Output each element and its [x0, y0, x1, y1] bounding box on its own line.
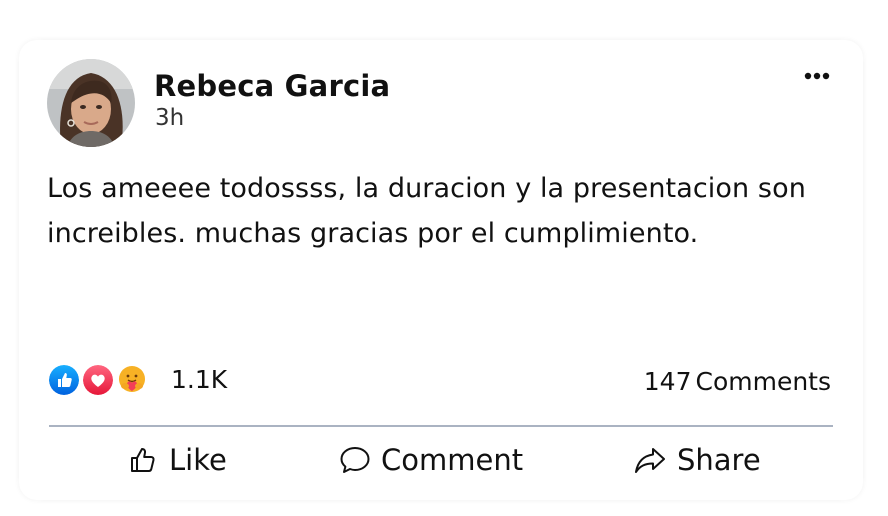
share-arrow-icon: [635, 448, 665, 473]
comments-count-link[interactable]: 147 Comments: [644, 362, 831, 402]
post-card: Rebeca Garcia 3h Los ameeee todossss, la…: [19, 40, 863, 500]
author-name[interactable]: Rebeca Garcia: [154, 68, 390, 104]
more-options-button[interactable]: [801, 64, 833, 88]
share-button[interactable]: Share: [633, 436, 761, 484]
love-reaction-icon: [81, 363, 115, 397]
divider: [49, 425, 833, 427]
post-actions: Like Comment Share: [47, 436, 843, 484]
like-button[interactable]: Like: [129, 436, 227, 484]
avatar-image: [47, 59, 135, 147]
care-reaction-icon: [115, 363, 149, 397]
comments-count: 147: [643, 367, 692, 396]
like-label: Like: [169, 443, 227, 477]
reaction-count: 1.1K: [171, 365, 228, 394]
comment-label: Comment: [381, 443, 524, 477]
comments-label: Comments: [695, 367, 831, 396]
reactions-summary[interactable]: 1.1K: [47, 360, 227, 400]
share-label: Share: [677, 443, 761, 477]
speech-bubble-icon: [340, 447, 370, 473]
thumbs-up-icon: [131, 448, 155, 472]
post-text: Los ameeee todossss, la duracion y la pr…: [47, 173, 806, 249]
avatar[interactable]: [47, 59, 135, 147]
like-reaction-icon: [47, 363, 81, 397]
post-timestamp[interactable]: 3h: [155, 104, 184, 132]
reaction-icons: [47, 360, 159, 400]
comment-button[interactable]: Comment: [339, 436, 523, 484]
more-horizontal-icon: [804, 72, 830, 80]
